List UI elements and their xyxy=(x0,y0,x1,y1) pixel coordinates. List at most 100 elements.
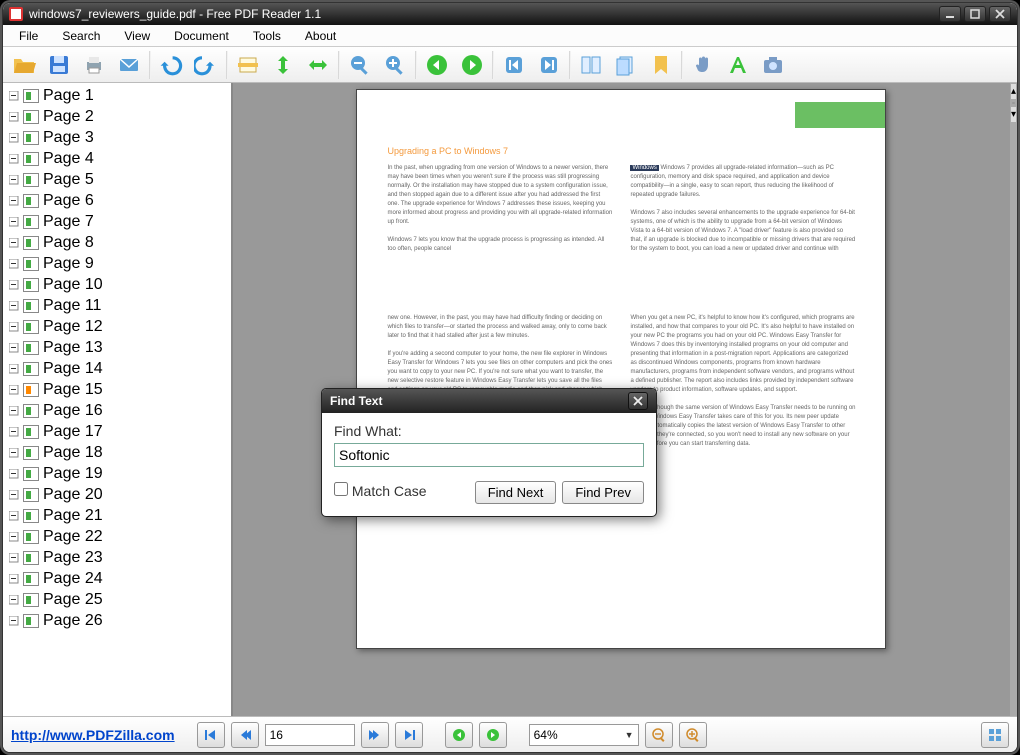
sidebar-page-item[interactable]: Page 7 xyxy=(3,211,231,232)
zoom-out-icon[interactable] xyxy=(343,49,377,81)
scroll-thumb[interactable] xyxy=(1012,102,1015,104)
collapse-icon[interactable] xyxy=(7,341,21,355)
collapse-icon[interactable] xyxy=(7,488,21,502)
zoom-out-button[interactable] xyxy=(645,722,673,748)
sidebar-page-item[interactable]: Page 1 xyxy=(3,85,231,106)
collapse-icon[interactable] xyxy=(7,572,21,586)
sidebar-page-item[interactable]: Page 19 xyxy=(3,463,231,484)
menu-search[interactable]: Search xyxy=(52,27,110,45)
actual-size-icon[interactable] xyxy=(231,49,265,81)
sidebar-page-item[interactable]: Page 15 xyxy=(3,379,231,400)
match-case-checkbox[interactable]: Match Case xyxy=(334,482,427,499)
collapse-icon[interactable] xyxy=(7,152,21,166)
last-page-button[interactable] xyxy=(395,722,423,748)
prev-page-green-icon[interactable] xyxy=(420,49,454,81)
collapse-icon[interactable] xyxy=(7,215,21,229)
next-page-button[interactable] xyxy=(361,722,389,748)
collapse-icon[interactable] xyxy=(7,257,21,271)
collapse-icon[interactable] xyxy=(7,467,21,481)
collapse-icon[interactable] xyxy=(7,194,21,208)
sidebar-page-item[interactable]: Page 14 xyxy=(3,358,231,379)
menu-document[interactable]: Document xyxy=(164,27,239,45)
sidebar-page-item[interactable]: Page 24 xyxy=(3,568,231,589)
current-page-input[interactable] xyxy=(265,724,355,746)
collapse-icon[interactable] xyxy=(7,425,21,439)
collapse-icon[interactable] xyxy=(7,278,21,292)
zoom-level-select[interactable]: 64% ▼ xyxy=(529,724,639,746)
email-icon[interactable] xyxy=(112,49,146,81)
menu-file[interactable]: File xyxy=(9,27,48,45)
zoom-in-button[interactable] xyxy=(679,722,707,748)
collapse-icon[interactable] xyxy=(7,614,21,628)
print-icon[interactable] xyxy=(77,49,111,81)
last-page-blue-icon[interactable] xyxy=(532,49,566,81)
multi-page-icon[interactable] xyxy=(574,49,608,81)
sidebar-page-item[interactable]: Page 13 xyxy=(3,337,231,358)
collapse-icon[interactable] xyxy=(7,320,21,334)
vertical-scrollbar[interactable]: ▴ ▾ xyxy=(1010,83,1017,716)
next-page-green-icon[interactable] xyxy=(455,49,489,81)
first-page-button[interactable] xyxy=(197,722,225,748)
pages-list[interactable]: Page 1Page 2Page 3Page 4Page 5Page 6Page… xyxy=(3,83,231,716)
collapse-icon[interactable] xyxy=(7,530,21,544)
sidebar-page-item[interactable]: Page 4 xyxy=(3,148,231,169)
collapse-icon[interactable] xyxy=(7,131,21,145)
sidebar-page-item[interactable]: Page 22 xyxy=(3,526,231,547)
collapse-icon[interactable] xyxy=(7,110,21,124)
collapse-icon[interactable] xyxy=(7,509,21,523)
collapse-icon[interactable] xyxy=(7,593,21,607)
dialog-close-button[interactable] xyxy=(628,392,648,410)
snapshot-icon[interactable] xyxy=(756,49,790,81)
sidebar-page-item[interactable]: Page 26 xyxy=(3,610,231,631)
zoom-in-icon[interactable] xyxy=(378,49,412,81)
menu-about[interactable]: About xyxy=(295,27,346,45)
close-button[interactable] xyxy=(989,6,1011,22)
sidebar-page-item[interactable]: Page 5 xyxy=(3,169,231,190)
collapse-icon[interactable] xyxy=(7,362,21,376)
sidebar-page-item[interactable]: Page 18 xyxy=(3,442,231,463)
collapse-icon[interactable] xyxy=(7,551,21,565)
collapse-icon[interactable] xyxy=(7,236,21,250)
find-what-input[interactable] xyxy=(334,443,644,467)
maximize-button[interactable] xyxy=(964,6,986,22)
sidebar-page-item[interactable]: Page 9 xyxy=(3,253,231,274)
sidebar-page-item[interactable]: Page 8 xyxy=(3,232,231,253)
bookmark-icon[interactable] xyxy=(644,49,678,81)
sidebar-page-item[interactable]: Page 10 xyxy=(3,274,231,295)
prev-page-button[interactable] xyxy=(231,722,259,748)
sidebar-page-item[interactable]: Page 3 xyxy=(3,127,231,148)
sidebar-page-item[interactable]: Page 23 xyxy=(3,547,231,568)
collapse-icon[interactable] xyxy=(7,446,21,460)
sidebar-page-item[interactable]: Page 16 xyxy=(3,400,231,421)
fit-width-icon[interactable] xyxy=(301,49,335,81)
sidebar-page-item[interactable]: Page 21 xyxy=(3,505,231,526)
scroll-up-icon[interactable]: ▴ xyxy=(1010,83,1017,100)
collapse-icon[interactable] xyxy=(7,404,21,418)
open-icon[interactable] xyxy=(7,49,41,81)
find-prev-button[interactable]: Find Prev xyxy=(562,481,644,504)
undo-icon[interactable] xyxy=(154,49,188,81)
hand-tool-icon[interactable] xyxy=(686,49,720,81)
redo-icon[interactable] xyxy=(189,49,223,81)
thumbnails-button[interactable] xyxy=(981,722,1009,748)
go-back-button[interactable] xyxy=(445,722,473,748)
sidebar-page-item[interactable]: Page 12 xyxy=(3,316,231,337)
website-link[interactable]: http://www.PDFZilla.com xyxy=(11,727,175,743)
collapse-icon[interactable] xyxy=(7,173,21,187)
first-page-blue-icon[interactable] xyxy=(497,49,531,81)
sidebar-page-item[interactable]: Page 11 xyxy=(3,295,231,316)
collapse-icon[interactable] xyxy=(7,383,21,397)
fit-page-icon[interactable] xyxy=(266,49,300,81)
find-next-button[interactable]: Find Next xyxy=(475,481,557,504)
sidebar-page-item[interactable]: Page 6 xyxy=(3,190,231,211)
collapse-icon[interactable] xyxy=(7,89,21,103)
minimize-button[interactable] xyxy=(939,6,961,22)
scroll-down-icon[interactable]: ▾ xyxy=(1010,106,1017,123)
go-forward-button[interactable] xyxy=(479,722,507,748)
collapse-icon[interactable] xyxy=(7,299,21,313)
sidebar-page-item[interactable]: Page 20 xyxy=(3,484,231,505)
menu-view[interactable]: View xyxy=(114,27,160,45)
sidebar-page-item[interactable]: Page 2 xyxy=(3,106,231,127)
sidebar-page-item[interactable]: Page 25 xyxy=(3,589,231,610)
menu-tools[interactable]: Tools xyxy=(243,27,291,45)
